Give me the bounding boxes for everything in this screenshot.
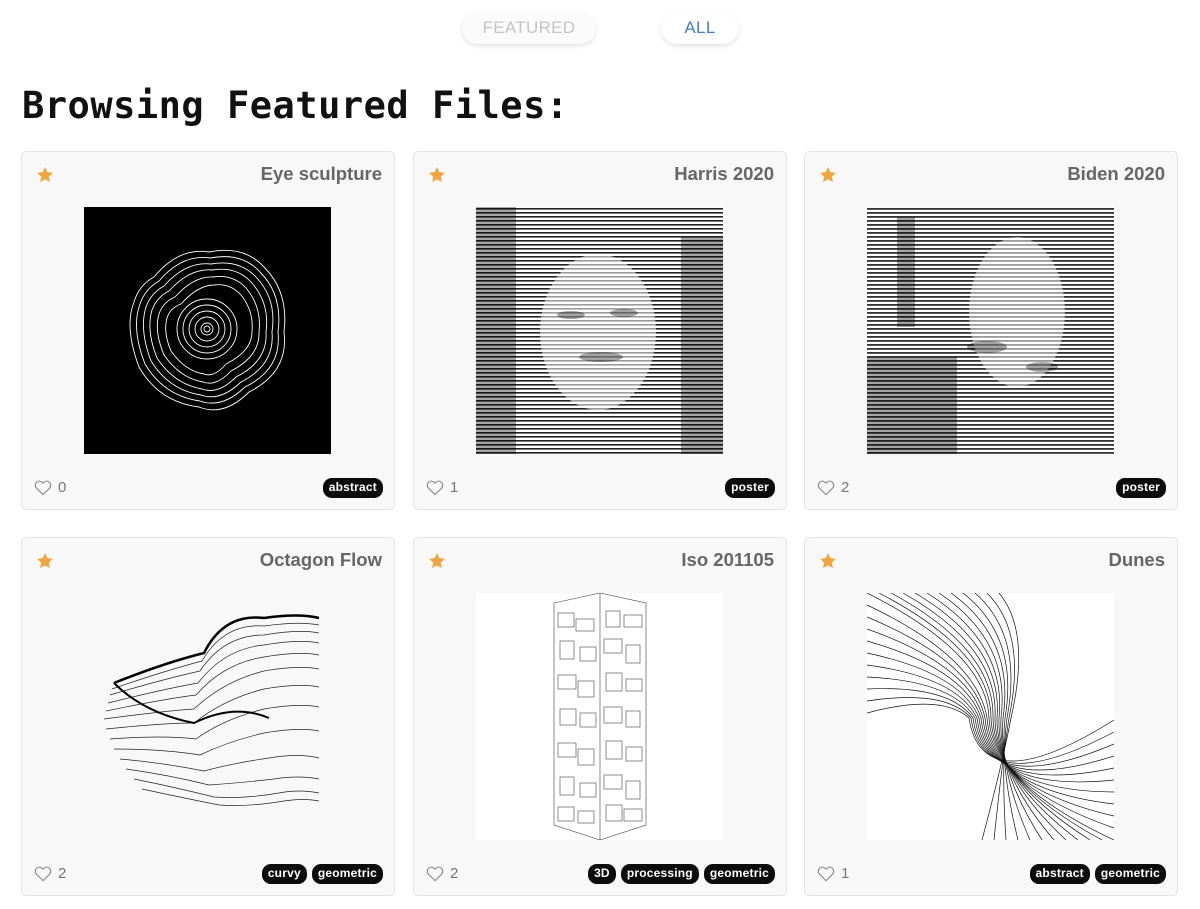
like-count: 2 xyxy=(450,865,459,882)
tag-list: poster xyxy=(1116,478,1166,498)
tag-list: 3D processing geometric xyxy=(588,864,775,884)
tag-badge[interactable]: processing xyxy=(620,864,699,884)
like-count: 2 xyxy=(58,865,67,882)
tag-badge[interactable]: geometric xyxy=(1094,864,1166,884)
card-title[interactable]: Eye sculpture xyxy=(261,163,382,185)
card-title[interactable]: Dunes xyxy=(1108,549,1165,571)
tag-badge[interactable]: 3D xyxy=(588,864,616,884)
like-button[interactable]: 2 xyxy=(817,479,849,496)
file-card-octagon-flow[interactable]: Octagon Flow 2 curvy geometric xyxy=(21,537,395,896)
like-button[interactable]: 2 xyxy=(426,865,458,882)
file-card-biden-2020[interactable]: Biden 2020 2 poster xyxy=(804,151,1178,510)
heart-outline-icon xyxy=(426,866,444,882)
like-button[interactable]: 0 xyxy=(34,479,66,496)
file-card-eye-sculpture[interactable]: Eye sculpture 0 abstract xyxy=(21,151,395,510)
tag-badge[interactable]: abstract xyxy=(1029,864,1090,884)
file-thumbnail[interactable] xyxy=(476,207,723,454)
tag-badge[interactable]: abstract xyxy=(322,478,383,498)
star-icon[interactable] xyxy=(35,551,55,571)
heart-outline-icon xyxy=(34,480,52,496)
file-thumbnail[interactable] xyxy=(867,207,1114,454)
heart-outline-icon xyxy=(426,480,444,496)
card-title[interactable]: Octagon Flow xyxy=(260,549,382,571)
tab-featured[interactable]: FEATURED xyxy=(462,12,596,44)
star-icon[interactable] xyxy=(427,551,447,571)
tag-badge[interactable]: geometric xyxy=(311,864,383,884)
file-thumbnail[interactable] xyxy=(84,593,331,840)
filter-tabs: FEATURED ALL xyxy=(0,12,1200,44)
star-icon[interactable] xyxy=(427,165,447,185)
like-button[interactable]: 2 xyxy=(34,865,66,882)
page-title: Browsing Featured Files: xyxy=(22,84,569,127)
card-title[interactable]: Harris 2020 xyxy=(674,163,774,185)
tag-list: abstract xyxy=(322,478,383,498)
heart-outline-icon xyxy=(34,866,52,882)
star-icon[interactable] xyxy=(35,165,55,185)
file-card-dunes[interactable]: Dunes 1 abstract geometric xyxy=(804,537,1178,896)
file-thumbnail[interactable] xyxy=(867,593,1114,840)
like-count: 1 xyxy=(450,479,459,496)
file-card-iso-201105[interactable]: Iso 201105 2 3D processing geometric xyxy=(413,537,787,896)
file-thumbnail[interactable] xyxy=(476,593,723,840)
like-button[interactable]: 1 xyxy=(426,479,458,496)
tag-badge[interactable]: poster xyxy=(1116,478,1166,498)
heart-outline-icon xyxy=(817,866,835,882)
like-button[interactable]: 1 xyxy=(817,865,849,882)
like-count: 2 xyxy=(841,479,850,496)
card-title[interactable]: Iso 201105 xyxy=(681,549,774,571)
tag-badge[interactable]: geometric xyxy=(703,864,775,884)
tag-badge[interactable]: curvy xyxy=(261,864,307,884)
tag-list: curvy geometric xyxy=(261,864,383,884)
heart-outline-icon xyxy=(817,480,835,496)
tag-list: abstract geometric xyxy=(1029,864,1166,884)
star-icon[interactable] xyxy=(818,165,838,185)
tag-list: poster xyxy=(725,478,775,498)
file-card-harris-2020[interactable]: Harris 2020 1 poster xyxy=(413,151,787,510)
card-title[interactable]: Biden 2020 xyxy=(1067,163,1165,185)
tag-badge[interactable]: poster xyxy=(725,478,775,498)
tab-all[interactable]: ALL xyxy=(661,12,739,44)
like-count: 1 xyxy=(841,865,850,882)
file-thumbnail[interactable] xyxy=(84,207,331,454)
like-count: 0 xyxy=(58,479,67,496)
star-icon[interactable] xyxy=(818,551,838,571)
